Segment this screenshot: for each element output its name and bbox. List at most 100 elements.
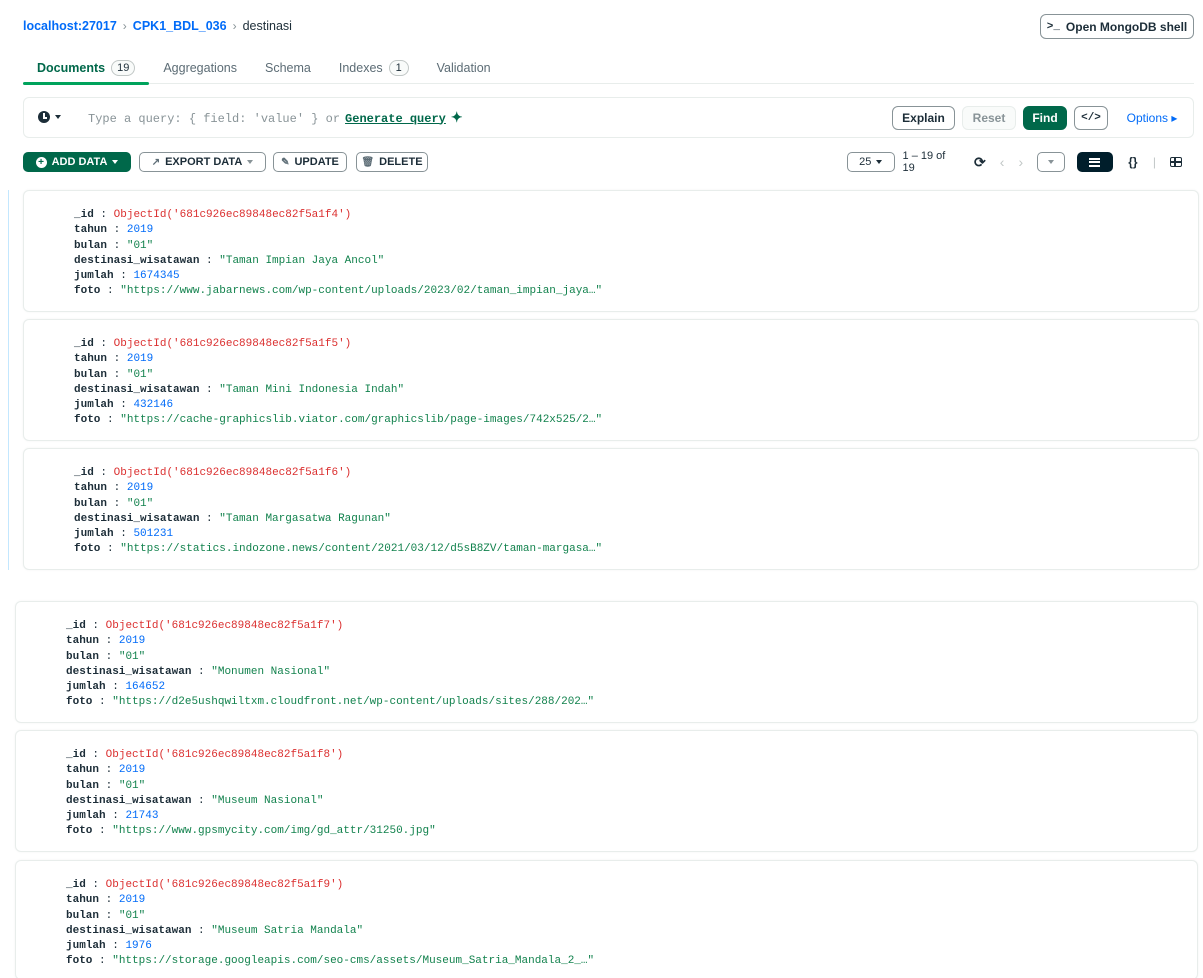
- delete-button[interactable]: 🗑︎ DELETE: [356, 152, 428, 172]
- field-id: _id : ObjectId('681c926ec89848ec82f5a1f4…: [74, 208, 1198, 223]
- delete-label: DELETE: [379, 156, 423, 168]
- field-colon: :: [100, 209, 108, 221]
- field-colon: :: [112, 940, 119, 953]
- json-view-button[interactable]: {}: [1115, 152, 1151, 172]
- tab-label: Indexes: [338, 60, 383, 75]
- field-colon: :: [113, 482, 121, 495]
- field-id: _id : ObjectId('681c926ec89848ec82f5a1f9…: [66, 878, 1197, 893]
- code-icon[interactable]: </>: [1074, 106, 1108, 130]
- list-view-button[interactable]: [1076, 152, 1113, 172]
- caret-down-icon: [112, 160, 119, 164]
- tab-indexes[interactable]: Indexes 1: [325, 52, 423, 83]
- field-key: _id: [74, 338, 94, 350]
- document-card[interactable]: _id : ObjectId('681c926ec89848ec82f5a1f4…: [23, 190, 1199, 312]
- previous-page-icon[interactable]: ‹: [1000, 154, 1005, 170]
- field-colon: :: [105, 894, 113, 907]
- clock-icon: [38, 111, 50, 123]
- field-key: jumlah: [74, 399, 114, 412]
- collection-tabs: Documents 19 Aggregations Schema Indexes…: [23, 52, 1194, 85]
- chevron-right-icon: ›: [232, 19, 237, 33]
- generate-query-link[interactable]: Generate query: [345, 112, 446, 126]
- terminal-icon: >_: [1046, 20, 1060, 33]
- field-value: "01": [126, 239, 154, 252]
- field-foto: foto : "https://statics.indozone.news/co…: [74, 542, 1198, 557]
- document-card[interactable]: _id : ObjectId('681c926ec89848ec82f5a1f6…: [23, 448, 1199, 570]
- chevron-right-icon: ›: [122, 19, 127, 33]
- pencil-icon: ✎: [281, 156, 290, 168]
- tab-label: Documents: [37, 60, 106, 75]
- document-card[interactable]: _id : ObjectId('681c926ec89848ec82f5a1f9…: [15, 860, 1198, 978]
- field-value: "01": [118, 909, 146, 922]
- field-key: foto: [74, 543, 101, 556]
- next-page-icon[interactable]: ›: [1018, 154, 1023, 170]
- tab-schema[interactable]: Schema: [251, 52, 325, 83]
- field-key: destinasi_wisatawan: [66, 924, 192, 937]
- field-colon: :: [107, 543, 114, 556]
- field-key: foto: [66, 955, 93, 968]
- field-value: "https://d2e5ushqwiltxm.cloudfront.net/w…: [112, 696, 595, 709]
- documents-toolbar: + ADD DATA ↗ EXPORT DATA ✎ UPDATE 🗑︎ DEL…: [23, 150, 1194, 174]
- caret-down-icon: [1047, 160, 1054, 164]
- open-shell-button[interactable]: >_ Open MongoDB shell: [1040, 14, 1194, 39]
- more-options-button[interactable]: [1037, 152, 1065, 172]
- field-jumlah: jumlah : 432146: [74, 398, 1198, 413]
- field-key: bulan: [74, 497, 108, 510]
- field-destinasi-wisatawan: destinasi_wisatawan : "Monumen Nasional": [66, 665, 1197, 680]
- field-value: 1976: [125, 940, 152, 953]
- field-value: 21743: [125, 810, 159, 823]
- field-tahun: tahun : 2019: [66, 893, 1197, 908]
- field-colon: :: [105, 779, 113, 792]
- field-colon: :: [107, 285, 114, 298]
- breadcrumb-host[interactable]: localhost:27017: [23, 19, 117, 33]
- field-value: "Taman Mini Indonesia Indah": [219, 383, 405, 396]
- reset-button[interactable]: Reset: [962, 106, 1016, 130]
- query-input[interactable]: Type a query: { field: 'value' } or Gene…: [88, 110, 463, 127]
- add-data-label: ADD DATA: [51, 156, 108, 168]
- page-size-select[interactable]: 25: [847, 152, 895, 172]
- find-button[interactable]: Find: [1023, 106, 1067, 130]
- options-button[interactable]: Options ▸: [1122, 106, 1182, 130]
- document-card[interactable]: _id : ObjectId('681c926ec89848ec82f5a1f5…: [23, 319, 1199, 441]
- field-key: jumlah: [74, 270, 114, 283]
- divider: |: [1152, 155, 1156, 169]
- field-colon: :: [100, 338, 108, 350]
- field-value: 2019: [126, 353, 154, 366]
- field-colon: :: [105, 635, 113, 648]
- tab-documents[interactable]: Documents 19: [23, 52, 150, 85]
- field-id: _id : ObjectId('681c926ec89848ec82f5a1f7…: [66, 619, 1197, 634]
- field-key: jumlah: [66, 810, 106, 823]
- breadcrumb-collection: destinasi: [242, 19, 292, 33]
- field-value: 432146: [133, 399, 174, 412]
- breadcrumb: localhost:27017 › CPK1_BDL_036 › destina…: [23, 19, 292, 33]
- plus-circle-icon: +: [35, 156, 47, 168]
- field-bulan: bulan : "01": [74, 368, 1198, 383]
- field-colon: :: [105, 909, 113, 922]
- field-destinasi-wisatawan: destinasi_wisatawan : "Museum Satria Man…: [66, 924, 1197, 939]
- field-value: "https://www.gpsmycity.com/img/gd_attr/3…: [112, 825, 436, 838]
- explain-button[interactable]: Explain: [892, 106, 955, 130]
- field-bulan: bulan : "01": [66, 779, 1197, 794]
- table-view-button[interactable]: [1158, 152, 1194, 172]
- breadcrumb-database[interactable]: CPK1_BDL_036: [133, 19, 227, 33]
- query-history-button[interactable]: [38, 111, 61, 123]
- refresh-icon[interactable]: ⟳: [974, 154, 986, 171]
- document-card[interactable]: _id : ObjectId('681c926ec89848ec82f5a1f7…: [15, 601, 1198, 723]
- tab-validation[interactable]: Validation: [423, 52, 505, 83]
- add-data-button[interactable]: + ADD DATA: [23, 152, 131, 172]
- document-card[interactable]: _id : ObjectId('681c926ec89848ec82f5a1f8…: [15, 730, 1198, 852]
- field-key: foto: [66, 696, 93, 709]
- export-data-button[interactable]: ↗ EXPORT DATA: [139, 152, 266, 172]
- update-button[interactable]: ✎ UPDATE: [273, 152, 347, 172]
- list-icon: [1089, 157, 1101, 167]
- field-value: 2019: [118, 635, 146, 648]
- field-colon: :: [92, 620, 100, 632]
- field-key: tahun: [74, 353, 108, 366]
- tab-aggregations[interactable]: Aggregations: [149, 52, 251, 83]
- field-key: _id: [66, 749, 86, 761]
- field-colon: :: [120, 399, 127, 412]
- field-colon: :: [113, 353, 121, 366]
- field-colon: :: [198, 665, 205, 678]
- field-key: bulan: [74, 368, 108, 381]
- field-value: ObjectId('681c926ec89848ec82f5a1f9'): [105, 879, 344, 891]
- field-key: destinasi_wisatawan: [74, 383, 200, 396]
